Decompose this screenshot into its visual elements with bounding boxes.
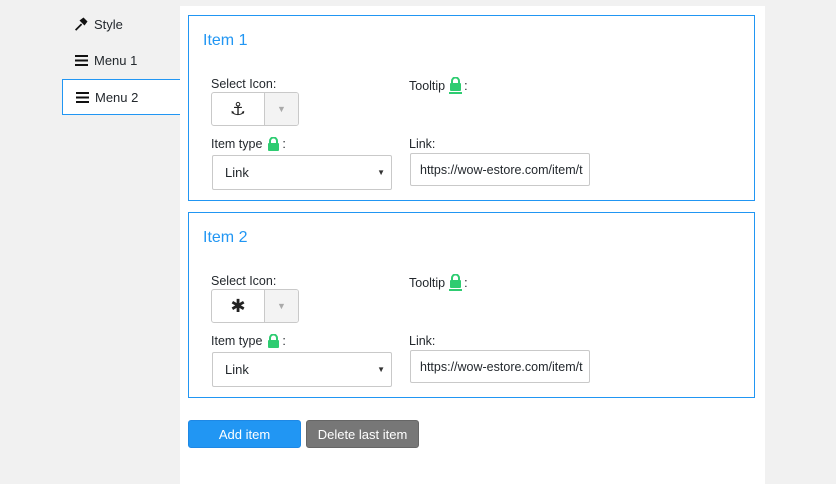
anchor-icon: ⚓ — [212, 93, 265, 125]
link-input[interactable]: https://wow-estore.com/item/t — [410, 153, 590, 186]
sidebar-item-label: Style — [94, 16, 123, 32]
hammer-icon — [74, 17, 88, 31]
link-label: Link: — [409, 137, 436, 151]
lock-icon — [449, 274, 463, 291]
item-card-1: Item 1 Select Icon: ⚓ ▼ Tooltip : Item t… — [188, 15, 755, 201]
main-panel: Item 1 Select Icon: ⚓ ▼ Tooltip : Item t… — [180, 6, 765, 484]
item-type-select[interactable]: Link ▼ — [212, 155, 392, 190]
tooltip-label: Tooltip : — [409, 274, 468, 291]
sidebar-item-label: Menu 2 — [95, 89, 139, 105]
icon-picker[interactable]: ⚓ ▼ — [211, 92, 299, 126]
delete-last-item-button[interactable]: Delete last item — [306, 420, 419, 448]
item-title: Item 2 — [203, 229, 248, 246]
item-title: Item 1 — [203, 32, 248, 49]
sidebar-item-menu-2[interactable]: Menu 2 — [62, 79, 181, 115]
item-type-select[interactable]: Link ▼ — [212, 352, 392, 387]
asterisk-icon: ✱ — [212, 290, 265, 322]
item-type-label: Item type : — [211, 137, 286, 151]
item-type-label: Item type : — [211, 334, 286, 348]
lock-icon — [449, 77, 463, 94]
lock-icon — [267, 137, 280, 151]
chevron-down-icon[interactable]: ▼ — [265, 93, 298, 125]
hamburger-icon — [74, 53, 88, 67]
chevron-down-icon: ▼ — [377, 365, 385, 374]
sidebar: Style Menu 1 Menu 2 — [62, 6, 181, 115]
select-icon-label: Select Icon: — [211, 77, 277, 91]
lock-icon — [267, 334, 280, 348]
sidebar-item-menu-1[interactable]: Menu 1 — [62, 42, 181, 78]
item-card-2: Item 2 Select Icon: ✱ ▼ Tooltip : Item t… — [188, 212, 755, 398]
link-label: Link: — [409, 334, 436, 348]
chevron-down-icon: ▼ — [377, 168, 385, 177]
tooltip-label: Tooltip : — [409, 77, 468, 94]
chevron-down-icon[interactable]: ▼ — [265, 290, 298, 322]
icon-picker[interactable]: ✱ ▼ — [211, 289, 299, 323]
sidebar-item-style[interactable]: Style — [62, 6, 181, 42]
select-icon-label: Select Icon: — [211, 274, 277, 288]
hamburger-icon — [75, 90, 89, 104]
add-item-button[interactable]: Add item — [188, 420, 301, 448]
sidebar-item-label: Menu 1 — [94, 52, 138, 68]
link-input[interactable]: https://wow-estore.com/item/t — [410, 350, 590, 383]
